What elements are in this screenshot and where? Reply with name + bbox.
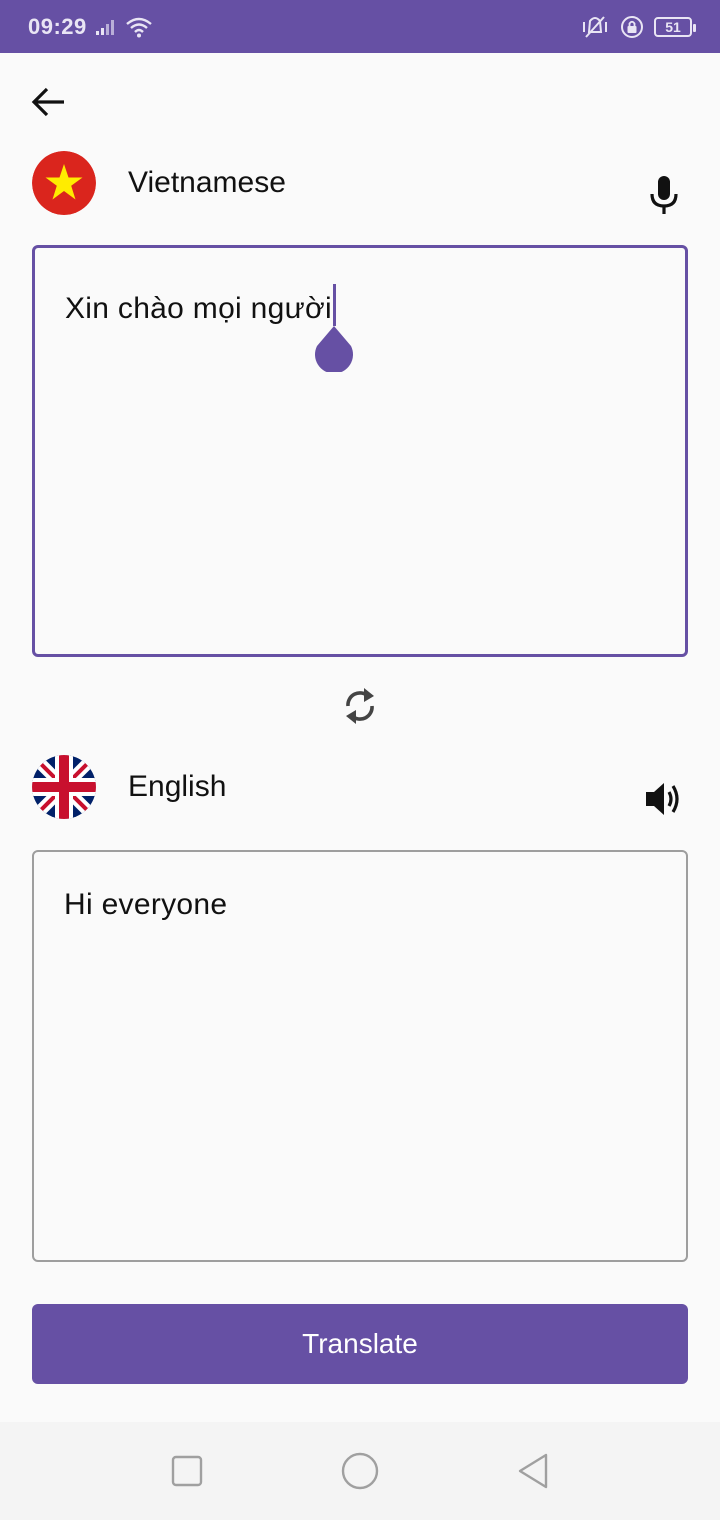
signal-icon [95,19,114,35]
status-bar: 09:29 51 [0,0,720,53]
microphone-icon [650,176,678,214]
target-language-label[interactable]: English [128,770,226,804]
target-language-row[interactable]: English [32,754,688,820]
nav-back-button[interactable] [503,1441,563,1501]
vietnam-flag-icon[interactable] [32,151,96,215]
speaker-icon [646,783,679,815]
back-arrow-icon [31,87,64,117]
status-time: 09:29 [28,13,87,39]
wifi-icon [126,17,152,37]
cursor-handle-icon[interactable] [313,324,355,372]
target-text-output[interactable]: Hi everyone [32,850,688,1262]
status-left-icons [95,16,153,38]
back-icon [519,1453,548,1489]
lock-rotation-icon [621,15,643,38]
source-language-row[interactable]: Vietnamese [32,150,688,216]
status-right-icons: 51 [580,15,696,39]
text-cursor [315,284,353,372]
back-button[interactable] [24,78,72,126]
battery-level: 51 [665,18,681,35]
home-icon [341,1452,379,1490]
source-language-label[interactable]: Vietnamese [128,166,286,200]
home-button[interactable] [330,1441,390,1501]
vibrate-icon [583,15,607,38]
recent-apps-button[interactable] [157,1441,217,1501]
translator-screen: 09:29 51 Vietnamese Xin chào mọi người E… [0,0,720,1520]
target-text: Hi everyone [64,888,228,921]
uk-flag-icon[interactable] [32,755,96,819]
microphone-button[interactable] [640,171,688,219]
recent-apps-icon [171,1455,202,1487]
source-text-input[interactable]: Xin chào mọi người [32,245,688,657]
navigation-bar [0,1422,720,1520]
source-text: Xin chào mọi người [65,292,332,325]
battery-icon: 51 [654,16,696,37]
swap-icon [346,688,374,724]
translate-button[interactable]: Translate [32,1304,688,1384]
speaker-button[interactable] [640,775,688,823]
swap-languages-button[interactable] [336,682,384,730]
